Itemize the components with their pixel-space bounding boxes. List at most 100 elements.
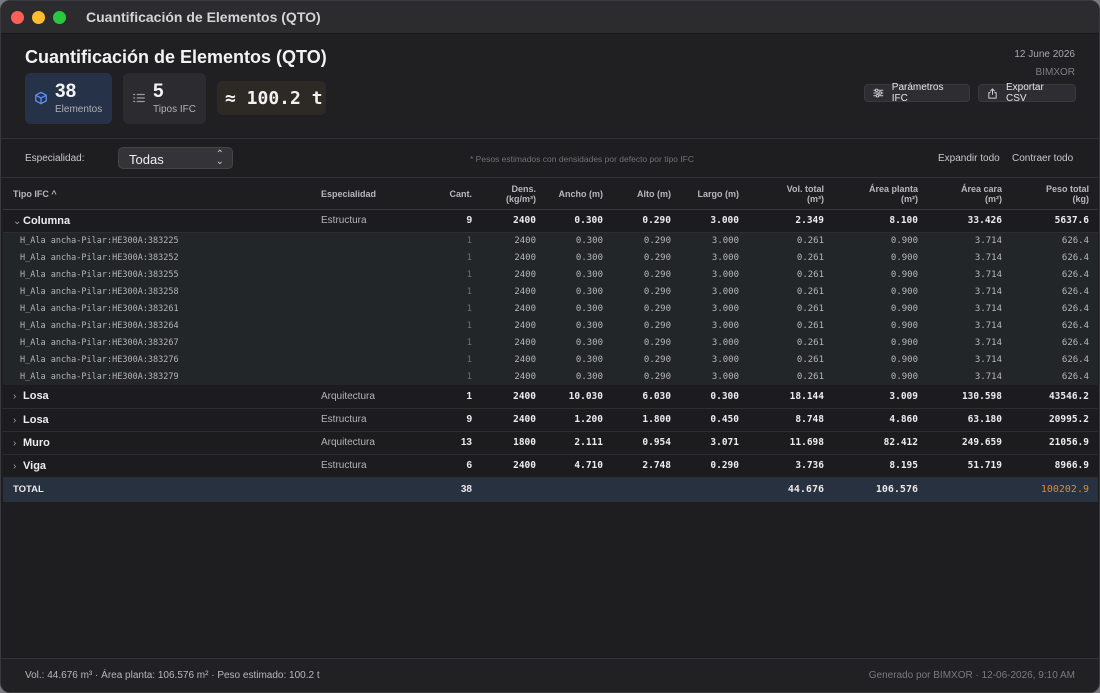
element-value: 626.4 <box>1011 368 1098 385</box>
group-value: 51.719 <box>927 454 1011 478</box>
element-value: 0.261 <box>748 232 833 249</box>
group-name: Losa <box>23 390 49 403</box>
group-name-cell[interactable]: › Viga <box>3 454 311 478</box>
element-value: 0.900 <box>833 351 927 368</box>
group-value: 249.659 <box>927 431 1011 455</box>
element-row[interactable]: H_Ala ancha-Pilar:HE300A:383255 1 2400 0.30… <box>3 266 1098 283</box>
chevron-right-icon[interactable]: › <box>13 461 23 472</box>
collapse-all-button[interactable]: Contraer todo <box>1012 153 1073 164</box>
share-icon <box>988 87 997 99</box>
element-value: 3.000 <box>680 232 748 249</box>
group-name-cell[interactable]: › Losa <box>3 408 311 432</box>
ifc-parameters-button[interactable]: Parámetros IFC <box>864 82 970 104</box>
group-value: 18.144 <box>748 385 833 409</box>
element-value: 1 <box>425 232 481 249</box>
group-value: 82.412 <box>833 431 927 455</box>
export-csv-button[interactable]: Exportar CSV <box>978 82 1076 104</box>
chevron-right-icon[interactable]: › <box>13 438 23 449</box>
group-row[interactable]: › Losa Arquitectura 1 2400 10.030 6.030 0.300 18… <box>3 385 1098 409</box>
element-value: 0.300 <box>545 283 612 300</box>
group-name-cell[interactable]: ⌄ Columna <box>3 209 311 233</box>
minimize-window-button[interactable] <box>32 10 45 24</box>
group-value: 3.000 <box>680 209 748 233</box>
element-row[interactable]: H_Ala ancha-Pilar:HE300A:383225 1 2400 0.30… <box>3 232 1098 249</box>
group-value: 2.111 <box>545 431 612 455</box>
group-value: 1 <box>425 385 481 409</box>
element-row[interactable]: H_Ala ancha-Pilar:HE300A:383264 1 2400 0.30… <box>3 317 1098 334</box>
density-note: * Pesos estimados con densidades por def… <box>470 154 694 164</box>
element-value: 0.900 <box>833 317 927 334</box>
cube-icon <box>35 91 47 105</box>
element-row[interactable]: H_Ala ancha-Pilar:HE300A:383252 1 2400 0.30… <box>3 249 1098 266</box>
group-value: 8966.9 <box>1011 454 1098 478</box>
group-row[interactable]: ⌄ Columna Estructura 9 2400 0.300 0.290 3.000 2.… <box>3 209 1098 233</box>
element-especialidad <box>311 351 425 368</box>
group-value: 9 <box>425 408 481 432</box>
element-row[interactable]: H_Ala ancha-Pilar:HE300A:383261 1 2400 0.30… <box>3 300 1098 317</box>
group-row[interactable]: › Losa Estructura 9 2400 1.200 1.800 0.450 8.748… <box>3 408 1098 432</box>
close-window-button[interactable] <box>11 10 24 24</box>
element-name: H_Ala ancha-Pilar:HE300A:383258 <box>3 283 311 300</box>
group-value: 20995.2 <box>1011 408 1098 432</box>
element-name: H_Ala ancha-Pilar:HE300A:383261 <box>3 300 311 317</box>
group-name-cell[interactable]: › Muro <box>3 431 311 455</box>
element-value: 0.900 <box>833 300 927 317</box>
specialty-select[interactable]: Todas ⌃ ⌄ <box>118 147 233 169</box>
export-csv-label: Exportar CSV <box>1005 82 1044 104</box>
table-body: ⌄ Columna Estructura 9 2400 0.300 0.290 3.000 2.… <box>3 209 1098 502</box>
group-value: 3.009 <box>833 385 927 409</box>
group-value: 2400 <box>481 408 545 432</box>
group-name-cell[interactable]: › Losa <box>3 385 311 409</box>
element-value: 0.300 <box>545 368 612 385</box>
element-row[interactable]: H_Ala ancha-Pilar:HE300A:383267 1 2400 0.30… <box>3 334 1098 351</box>
zoom-window-button[interactable] <box>53 10 66 24</box>
element-value: 0.290 <box>612 266 680 283</box>
element-value: 3.000 <box>680 300 748 317</box>
elements-stat-card: 38 Elementos <box>25 73 112 124</box>
title-bar: Cuantificación de Elementos (QTO) <box>1 1 1099 34</box>
group-especialidad: Estructura <box>311 408 425 432</box>
element-value: 0.300 <box>545 249 612 266</box>
group-value: 0.300 <box>545 209 612 233</box>
group-value: 43546.2 <box>1011 385 1098 409</box>
element-value: 0.261 <box>748 334 833 351</box>
element-value: 2400 <box>481 317 545 334</box>
element-value: 2400 <box>481 232 545 249</box>
total-empty <box>612 477 680 502</box>
chevron-right-icon[interactable]: › <box>13 391 23 402</box>
chevron-down-icon[interactable]: ⌄ <box>13 216 23 227</box>
element-row[interactable]: H_Ala ancha-Pilar:HE300A:383279 1 2400 0.30… <box>3 368 1098 385</box>
element-value: 0.900 <box>833 334 927 351</box>
element-value: 1 <box>425 351 481 368</box>
element-value: 626.4 <box>1011 317 1098 334</box>
group-value: 2.349 <box>748 209 833 233</box>
element-especialidad <box>311 266 425 283</box>
group-row[interactable]: › Viga Estructura 6 2400 4.710 2.748 0.290 3.736… <box>3 454 1098 478</box>
element-value: 626.4 <box>1011 351 1098 368</box>
report-date: 12 June 2026 <box>1014 49 1075 60</box>
total-label: TOTAL <box>3 477 311 502</box>
element-value: 3.000 <box>680 317 748 334</box>
chevron-right-icon[interactable]: › <box>13 415 23 426</box>
element-value: 3.714 <box>927 351 1011 368</box>
total-empty <box>311 477 425 502</box>
brand-label: BIMXOR <box>1035 67 1075 78</box>
element-row[interactable]: H_Ala ancha-Pilar:HE300A:383276 1 2400 0.30… <box>3 351 1098 368</box>
element-name: H_Ala ancha-Pilar:HE300A:383276 <box>3 351 311 368</box>
group-value: 2.748 <box>612 454 680 478</box>
ifc-types-label: Tipos IFC <box>153 104 196 115</box>
group-value: 4.860 <box>833 408 927 432</box>
group-value: 1.200 <box>545 408 612 432</box>
element-value: 1 <box>425 249 481 266</box>
element-row[interactable]: H_Ala ancha-Pilar:HE300A:383258 1 2400 0.30… <box>3 283 1098 300</box>
group-especialidad: Arquitectura <box>311 431 425 455</box>
group-row[interactable]: › Muro Arquitectura 13 1800 2.111 0.954 3.071 11… <box>3 431 1098 455</box>
element-value: 626.4 <box>1011 300 1098 317</box>
element-value: 3.714 <box>927 317 1011 334</box>
element-especialidad <box>311 300 425 317</box>
element-value: 626.4 <box>1011 283 1098 300</box>
group-value: 6.030 <box>612 385 680 409</box>
expand-all-button[interactable]: Expandir todo <box>938 153 1000 164</box>
element-value: 1 <box>425 300 481 317</box>
col-tipo-ifc-header[interactable]: Tipo IFC ^ <box>3 179 311 210</box>
